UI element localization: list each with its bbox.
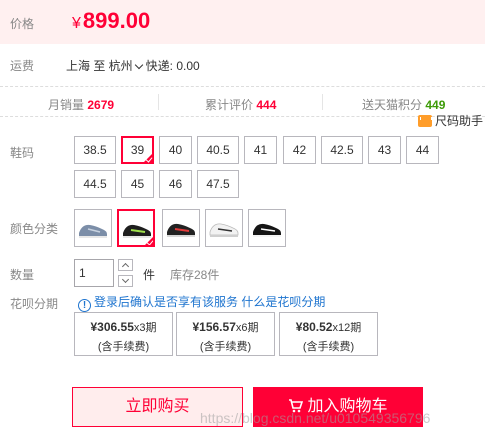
price-value: ¥899.00	[72, 8, 150, 34]
plan-amount: ¥80.52	[295, 320, 333, 334]
color-option-blue-grey[interactable]	[74, 209, 112, 247]
plan-periods: x6期	[235, 322, 259, 334]
quantity-label: 数量	[10, 268, 35, 282]
shipping-label: 运费	[10, 59, 35, 73]
shoe-white-icon	[209, 223, 239, 237]
ruler-icon	[418, 115, 432, 127]
plan-periods: x3期	[133, 322, 157, 334]
chevron-down-icon	[134, 60, 143, 70]
plan-periods: x12期	[332, 322, 362, 334]
size-option[interactable]: 44.5	[74, 170, 116, 198]
checkmark-icon	[143, 235, 153, 245]
shipping-route[interactable]: 上海 至 杭州 快递: 0.00	[66, 57, 200, 74]
size-option[interactable]: 41	[244, 136, 277, 164]
installment-plan[interactable]: ¥80.52x12期 (含手续费)	[279, 312, 378, 356]
huabei-info-link[interactable]: 什么是花呗分期	[241, 295, 325, 309]
installment-plan[interactable]: ¥306.55x3期 (含手续费)	[74, 312, 173, 356]
points-value: 449	[425, 98, 446, 112]
checkmark-icon	[142, 152, 154, 164]
chevron-down-icon	[121, 275, 130, 284]
size-option[interactable]: 40	[159, 136, 192, 164]
info-icon: !	[78, 299, 91, 312]
installment-plan[interactable]: ¥156.57x6期 (含手续费)	[176, 312, 275, 356]
price-bar: 价格 ¥899.00	[0, 0, 485, 44]
currency-symbol: ¥	[72, 15, 81, 32]
color-option-black-green[interactable]	[117, 209, 155, 247]
size-option[interactable]: 42	[283, 136, 316, 164]
reviews-value: 444	[256, 98, 277, 112]
size-option[interactable]: 46	[159, 170, 192, 198]
color-label: 颜色分类	[10, 222, 59, 236]
chevron-up-icon	[121, 262, 130, 271]
shipping-row: 运费 上海 至 杭州 快递: 0.00	[0, 52, 485, 74]
size-helper-link[interactable]: 尺码助手	[418, 112, 483, 129]
reviews[interactable]: 累计评价 444	[205, 96, 276, 113]
color-option-black-white[interactable]	[248, 209, 286, 247]
watermark: https://blog.csdn.net/u010549356796	[200, 410, 431, 426]
plan-amount: ¥306.55	[90, 320, 134, 334]
size-option-selected[interactable]: 39	[121, 136, 154, 164]
size-option[interactable]: 38.5	[74, 136, 116, 164]
divider	[158, 94, 159, 110]
size-label: 鞋码	[10, 146, 35, 160]
quantity-increase-button[interactable]	[118, 259, 133, 271]
size-option[interactable]: 44	[406, 136, 439, 164]
shoe-blue-grey-icon	[79, 224, 107, 238]
quantity-input[interactable]	[74, 259, 114, 287]
reviews-label: 累计评价	[205, 98, 254, 112]
size-option[interactable]: 47.5	[197, 170, 239, 198]
quantity-unit: 件	[143, 268, 156, 282]
price-label: 价格	[10, 17, 35, 31]
sales-stats: 月销量 2679 累计评价 444 送天猫积分 449	[0, 86, 485, 117]
monthly-sales: 月销量 2679	[48, 96, 114, 113]
stock-count: 库存28件	[170, 268, 220, 282]
shoe-black-red-icon	[167, 223, 195, 237]
monthly-sales-value: 2679	[87, 98, 115, 112]
color-option-white[interactable]	[205, 209, 243, 247]
shipping-fee: 快递: 0.00	[145, 59, 200, 73]
size-option[interactable]: 40.5	[197, 136, 239, 164]
shipping-route-text: 上海 至 杭州	[66, 59, 133, 73]
plan-fee: (含手续费)	[199, 341, 252, 353]
huabei-label: 花呗分期	[10, 297, 59, 311]
plan-fee: (含手续费)	[302, 341, 355, 353]
size-option[interactable]: 42.5	[321, 136, 363, 164]
plan-fee: (含手续费)	[97, 341, 150, 353]
huabei-note: ! 登录后确认是否享有该服务 什么是花呗分期	[78, 293, 325, 312]
monthly-sales-label: 月销量	[48, 98, 85, 112]
shoe-black-white-icon	[253, 223, 281, 237]
quantity-decrease-button[interactable]	[118, 275, 133, 287]
size-option[interactable]: 43	[368, 136, 401, 164]
size-option[interactable]: 45	[121, 170, 154, 198]
color-option-black-red[interactable]	[162, 209, 200, 247]
divider	[322, 94, 323, 110]
login-link[interactable]: 登录后确认是否享有该服务	[94, 295, 238, 309]
size-helper-label: 尺码助手	[435, 114, 484, 128]
tmall-points: 送天猫积分 449	[362, 96, 445, 113]
plan-amount: ¥156.57	[192, 320, 236, 334]
points-label: 送天猫积分	[362, 98, 423, 112]
price-amount: 899.00	[82, 8, 151, 33]
